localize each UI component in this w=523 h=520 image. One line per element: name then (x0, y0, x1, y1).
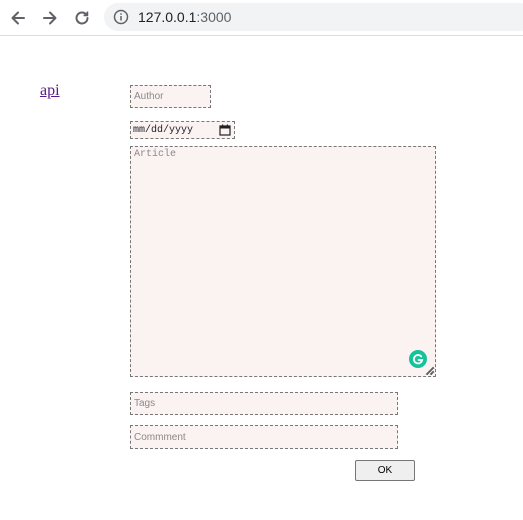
back-arrow-icon[interactable] (6, 6, 30, 30)
date-input[interactable]: mm/dd/yyyy (130, 121, 235, 139)
info-icon[interactable] (113, 9, 129, 25)
date-placeholder: mm/dd/yyyy (133, 125, 194, 136)
article-textarea[interactable] (130, 146, 436, 377)
comment-input[interactable] (130, 425, 398, 449)
browser-toolbar: 127.0.0.1:3000 (0, 0, 523, 36)
ok-button[interactable]: OK (355, 460, 415, 481)
url-port: :3000 (196, 9, 232, 25)
tags-input[interactable] (130, 392, 398, 415)
url-text[interactable]: 127.0.0.1:3000 (138, 9, 231, 25)
resize-grip-icon[interactable] (425, 366, 434, 375)
reload-icon[interactable] (70, 6, 94, 30)
calendar-icon[interactable] (219, 124, 231, 136)
address-bar[interactable]: 127.0.0.1:3000 (104, 3, 523, 31)
url-host: 127.0.0.1 (138, 9, 197, 25)
forward-arrow-icon[interactable] (38, 6, 62, 30)
author-input[interactable] (130, 85, 211, 108)
api-link[interactable]: api (40, 82, 60, 100)
